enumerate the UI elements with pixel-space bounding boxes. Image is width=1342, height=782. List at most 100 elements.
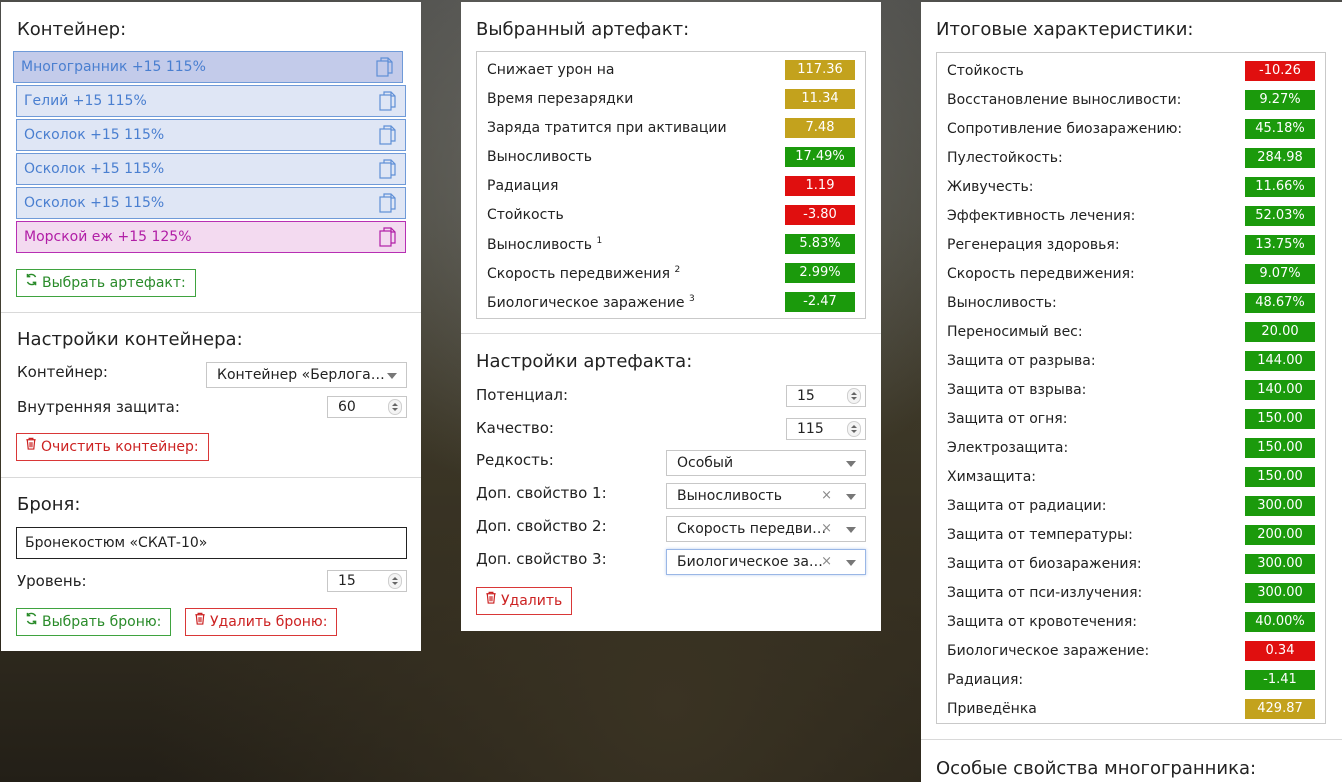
stat-row: Переносимый вес: 20.00 bbox=[947, 319, 1315, 348]
copy-icon[interactable] bbox=[379, 159, 397, 179]
quality-input[interactable]: 115 bbox=[786, 418, 866, 440]
container-type-select[interactable]: Контейнер «Берлога… bbox=[206, 362, 407, 388]
stat-value-badge: 117.36 bbox=[785, 60, 855, 80]
stat-name-text: Скорость передвижения bbox=[487, 266, 670, 282]
stat-name: Снижает урон на bbox=[487, 62, 615, 78]
stat-name-text: Приведёнка bbox=[947, 701, 1037, 717]
delete-armor-button[interactable]: Удалить броню: bbox=[185, 608, 338, 636]
rarity-value: Особый bbox=[677, 455, 734, 471]
container-slot[interactable]: Осколок +15 115% bbox=[16, 153, 406, 185]
totals-stats-table: Стойкость -10.26 Восстановление выносливос… bbox=[936, 52, 1326, 724]
potential-value: 15 bbox=[797, 388, 815, 404]
container-type-label: Контейнер: bbox=[17, 363, 108, 381]
choose-armor-button[interactable]: Выбрать броню: bbox=[16, 608, 172, 636]
chevron-down-icon bbox=[846, 527, 856, 533]
copy-icon[interactable] bbox=[376, 57, 394, 77]
stat-name: Время перезарядки bbox=[487, 91, 633, 107]
stat-name-text: Электрозащита: bbox=[947, 440, 1069, 456]
prop3-select[interactable]: Биологическое за… × bbox=[666, 549, 866, 575]
divider bbox=[1, 477, 421, 478]
stat-name-text: Снижает урон на bbox=[487, 62, 615, 78]
container-slot[interactable]: Осколок +15 115% bbox=[16, 119, 406, 151]
stat-value-badge: 20.00 bbox=[1245, 322, 1315, 342]
prop2-value: Скорость передви… bbox=[677, 521, 827, 537]
armor-level-input[interactable]: 15 bbox=[327, 570, 407, 592]
stat-name: Стойкость bbox=[487, 207, 564, 223]
stat-row: Стойкость -10.26 bbox=[947, 58, 1315, 87]
chevron-down-icon bbox=[387, 373, 397, 379]
stat-name-text: Защита от радиации: bbox=[947, 498, 1107, 514]
stat-name: Защита от температуры: bbox=[947, 527, 1133, 543]
container-slot-label: Осколок +15 115% bbox=[24, 127, 165, 143]
prop1-label: Доп. свойство 1: bbox=[476, 484, 607, 502]
copy-icon[interactable] bbox=[379, 227, 397, 247]
armor-input[interactable]: Бронекостюм «СКАТ-10» bbox=[16, 527, 407, 559]
prop1-value: Выносливость bbox=[677, 488, 783, 504]
stepper-icon[interactable] bbox=[847, 421, 861, 437]
container-slot[interactable]: Гелий +15 115% bbox=[16, 85, 406, 117]
container-slot-label: Гелий +15 115% bbox=[24, 93, 147, 109]
stat-value-badge: 52.03% bbox=[1245, 206, 1315, 226]
stat-name-text: Защита от взрыва: bbox=[947, 382, 1087, 398]
trash-icon bbox=[485, 587, 497, 613]
stat-name: Защита от кровотечения: bbox=[947, 614, 1137, 630]
stat-value-badge: 2.99% bbox=[785, 263, 855, 283]
chevron-down-icon bbox=[846, 560, 856, 566]
rarity-label: Редкость: bbox=[476, 451, 554, 469]
clear-icon[interactable]: × bbox=[821, 517, 832, 541]
copy-icon[interactable] bbox=[379, 91, 397, 111]
stat-name: Стойкость bbox=[947, 63, 1024, 79]
stat-name-text: Выносливость: bbox=[947, 295, 1057, 311]
stepper-icon[interactable] bbox=[388, 399, 402, 415]
stat-value-badge: 9.27% bbox=[1245, 90, 1315, 110]
copy-icon[interactable] bbox=[379, 193, 397, 213]
stat-name: Химзащита: bbox=[947, 469, 1036, 485]
prop3-value: Биологическое за… bbox=[677, 554, 823, 570]
stat-value-badge: 284.98 bbox=[1245, 148, 1315, 168]
stat-value-badge: 7.48 bbox=[785, 118, 855, 138]
stat-name: Заряда тратится при активации bbox=[487, 120, 727, 136]
container-slot[interactable]: Многогранник +15 115% bbox=[13, 51, 403, 83]
stat-name: Защита от биозаражения: bbox=[947, 556, 1142, 572]
stat-name-text: Защита от огня: bbox=[947, 411, 1068, 427]
stat-name: Выносливость 1 bbox=[487, 236, 602, 253]
selected-artifact-title: Выбранный артефакт: bbox=[476, 19, 690, 40]
delete-armor-label: Удалить броню: bbox=[210, 614, 328, 630]
stat-footnote: 2 bbox=[674, 265, 681, 275]
copy-icon[interactable] bbox=[379, 125, 397, 145]
potential-input[interactable]: 15 bbox=[786, 385, 866, 407]
clear-icon[interactable]: × bbox=[821, 550, 832, 574]
stat-row: Защита от разрыва: 144.00 bbox=[947, 348, 1315, 377]
rarity-select[interactable]: Особый bbox=[666, 450, 866, 476]
stat-name-text: Защита от температуры: bbox=[947, 527, 1133, 543]
choose-artifact-button[interactable]: Выбрать артефакт: bbox=[16, 269, 196, 297]
stat-name: Сопротивление биозаражению: bbox=[947, 121, 1182, 137]
stat-name-text: Стойкость bbox=[947, 63, 1024, 79]
stat-name-text: Биологическое заражение: bbox=[947, 643, 1150, 659]
stat-name: Выносливость: bbox=[947, 295, 1057, 311]
container-slot[interactable]: Осколок +15 115% bbox=[16, 187, 406, 219]
stat-row: Стойкость -3.80 bbox=[487, 202, 855, 231]
stat-row: Защита от взрыва: 140.00 bbox=[947, 377, 1315, 406]
stat-value-badge: 5.83% bbox=[785, 234, 855, 254]
stat-name-text: Выносливость bbox=[487, 237, 593, 253]
stat-value-badge: 1.19 bbox=[785, 176, 855, 196]
clear-container-button[interactable]: Очистить контейнер: bbox=[16, 433, 209, 461]
stat-name-text: Заряда тратится при активации bbox=[487, 120, 727, 136]
stepper-icon[interactable] bbox=[847, 388, 861, 404]
artifact-stats-table: Снижает урон на 117.36 Время перезарядки 11… bbox=[476, 51, 866, 319]
stat-row: Защита от биозаражения: 300.00 bbox=[947, 551, 1315, 580]
stat-row: Заряда тратится при активации 7.48 bbox=[487, 115, 855, 144]
stat-value-badge: 0.34 bbox=[1245, 641, 1315, 661]
stepper-icon[interactable] bbox=[388, 573, 402, 589]
stat-name-text: Восстановление выносливости: bbox=[947, 92, 1182, 108]
refresh-icon bbox=[25, 269, 38, 295]
prop1-select[interactable]: Выносливость × bbox=[666, 483, 866, 509]
clear-icon[interactable]: × bbox=[821, 484, 832, 508]
delete-artifact-button[interactable]: Удалить bbox=[476, 587, 573, 615]
stat-name: Переносимый вес: bbox=[947, 324, 1083, 340]
stat-name-text: Скорость передвижения: bbox=[947, 266, 1135, 282]
prop2-select[interactable]: Скорость передви… × bbox=[666, 516, 866, 542]
inner-protection-input[interactable]: 60 bbox=[327, 396, 407, 418]
container-slot[interactable]: Морской еж +15 125% bbox=[16, 221, 406, 253]
